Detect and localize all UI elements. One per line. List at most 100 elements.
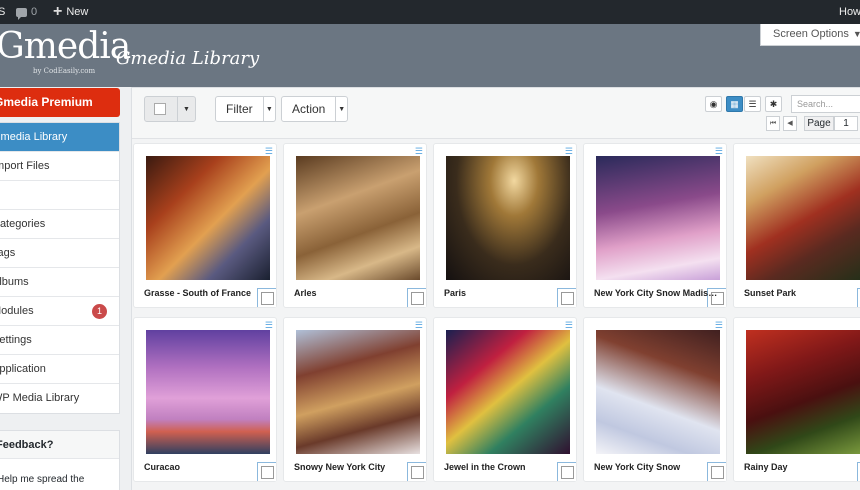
logo-byline: by CodEasily.com <box>33 67 96 75</box>
sidebar-item-modules[interactable]: Modules 1 <box>0 297 119 326</box>
media-image <box>746 330 860 454</box>
media-thumbnail[interactable] <box>146 330 270 454</box>
sidebar-item-settings[interactable]: Settings <box>0 326 119 355</box>
sidebar-item-label: Tags <box>0 247 16 259</box>
sidebar-item-label: WP Media Library <box>0 392 80 404</box>
media-card[interactable]: ☰ New York City Snow Madis… <box>583 143 727 308</box>
media-caption: New York City Snow Madis… <box>594 288 718 298</box>
prev-page-icon: ◀ <box>787 120 793 127</box>
sidebar-item-library[interactable]: Gmedia Library <box>0 123 119 152</box>
menu-icon[interactable]: ☰ <box>415 147 423 156</box>
account-link[interactable]: How <box>839 0 860 24</box>
new-content-link[interactable]: + New <box>53 0 88 24</box>
sidebar-item-application[interactable]: Application <box>0 355 119 384</box>
page-header: Gmedia by CodEasily.com Gmedia Library <box>0 24 860 87</box>
sidebar-item-label: Settings <box>0 334 32 346</box>
sidebar-item-label: Categories <box>0 218 46 230</box>
media-card[interactable]: ☰ New York City Snow <box>583 317 727 482</box>
menu-icon[interactable]: ☰ <box>715 147 723 156</box>
caret-down-icon: ▼ <box>335 97 347 121</box>
library-toolbar: ▼ Filter ▼ Action ▼ ◉ ▦ ☰ ✱ Search... ⏮ … <box>132 88 860 139</box>
filter-button[interactable]: Filter ▼ <box>215 96 276 122</box>
comment-icon <box>16 7 27 20</box>
media-card[interactable]: ☰ Grasse - South of France <box>133 143 277 308</box>
media-card[interactable]: ☰ Paris <box>433 143 577 308</box>
site-name-link[interactable]: S <box>0 0 5 24</box>
list-icon: ☰ <box>748 99 757 109</box>
media-card[interactable]: ☰ Sunset Park <box>733 143 860 308</box>
sidebar-item-tags[interactable]: Tags <box>0 239 119 268</box>
media-image <box>746 156 860 280</box>
page-number-input[interactable]: 1 <box>834 116 858 131</box>
feedback-text: Help me spread the <box>0 459 119 486</box>
first-page-button[interactable]: ⏮ <box>766 116 780 131</box>
feedback-title-text: Feedback? <box>0 439 54 451</box>
menu-icon[interactable]: ☰ <box>565 321 573 330</box>
sidebar-item-blank[interactable] <box>0 181 119 210</box>
preview-toggle-button[interactable]: ◉ <box>705 96 722 112</box>
prev-page-button[interactable]: ◀ <box>783 116 797 131</box>
menu-icon[interactable]: ☰ <box>415 321 423 330</box>
media-image <box>146 330 270 454</box>
screen-options-button[interactable]: Screen Options ▼ <box>760 24 860 46</box>
grid-view-button[interactable]: ▦ <box>726 96 743 112</box>
sidebar-item-label: Import Files <box>0 160 50 172</box>
action-button[interactable]: Action ▼ <box>281 96 348 122</box>
caret-down-icon: ▼ <box>177 97 195 121</box>
plus-icon: + <box>53 3 63 20</box>
premium-button[interactable]: Gmedia Premium <box>0 88 120 117</box>
media-thumbnail[interactable] <box>446 156 570 280</box>
menu-icon[interactable]: ☰ <box>715 321 723 330</box>
sidebar-item-import[interactable]: Import Files <box>0 152 119 181</box>
admin-bar: S 0 + New How <box>0 0 860 24</box>
media-thumbnail[interactable] <box>446 330 570 454</box>
feedback-text-line: Help me spread the <box>0 474 85 485</box>
media-caption: Sunset Park <box>744 288 797 298</box>
page-label: Page <box>804 116 834 131</box>
comments-count: 0 <box>31 6 38 18</box>
menu-icon[interactable]: ☰ <box>265 147 273 156</box>
media-thumbnail[interactable] <box>296 330 420 454</box>
media-caption: Jewel in the Crown <box>444 462 526 472</box>
media-thumbnail[interactable] <box>596 156 720 280</box>
settings-button[interactable]: ✱ <box>765 96 782 112</box>
media-caption: Paris <box>444 288 467 298</box>
howdy-label: How <box>839 6 860 18</box>
page-title: Gmedia Library <box>116 48 260 69</box>
media-image <box>146 156 270 280</box>
media-card[interactable]: ☰ Arles <box>283 143 427 308</box>
sidebar-item-categories[interactable]: Categories <box>0 210 119 239</box>
list-view-button[interactable]: ☰ <box>744 96 761 112</box>
media-image <box>446 156 570 280</box>
gmedia-logo: Gmedia <box>0 26 131 67</box>
select-all-button[interactable]: ▼ <box>144 96 196 122</box>
media-image <box>296 156 420 280</box>
caret-down-icon: ▼ <box>852 29 860 39</box>
media-caption: Grasse - South of France <box>144 288 252 298</box>
sidebar-item-label: Modules <box>0 305 34 317</box>
menu-icon[interactable]: ☰ <box>265 321 273 330</box>
sidebar-item-albums[interactable]: Albums <box>0 268 119 297</box>
menu-icon[interactable]: ☰ <box>565 147 573 156</box>
media-card[interactable]: ☰ Curacao <box>133 317 277 482</box>
media-thumbnail[interactable] <box>146 156 270 280</box>
media-thumbnail[interactable] <box>746 156 860 280</box>
sidebar-item-wp-media[interactable]: WP Media Library <box>0 384 119 413</box>
media-image <box>446 330 570 454</box>
media-card[interactable]: ☰ Jewel in the Crown <box>433 317 577 482</box>
search-input[interactable]: Search... <box>791 95 860 113</box>
comments-link[interactable]: 0 <box>16 0 37 24</box>
media-thumbnail[interactable] <box>746 330 860 454</box>
library-panel: ▼ Filter ▼ Action ▼ ◉ ▦ ☰ ✱ Search... ⏮ … <box>131 87 860 490</box>
media-thumbnail[interactable] <box>296 156 420 280</box>
eye-icon: ◉ <box>709 99 718 109</box>
media-card[interactable]: ☰ Rainy Day <box>733 317 860 482</box>
premium-label: Gmedia Premium <box>0 95 93 109</box>
sidebar-item-label: Albums <box>0 276 29 288</box>
media-caption: New York City Snow <box>594 462 681 472</box>
screen-options-label: Screen Options <box>773 28 849 40</box>
media-card[interactable]: ☰ Snowy New York City <box>283 317 427 482</box>
gear-icon: ✱ <box>769 99 778 109</box>
media-thumbnail[interactable] <box>596 330 720 454</box>
media-image <box>296 330 420 454</box>
